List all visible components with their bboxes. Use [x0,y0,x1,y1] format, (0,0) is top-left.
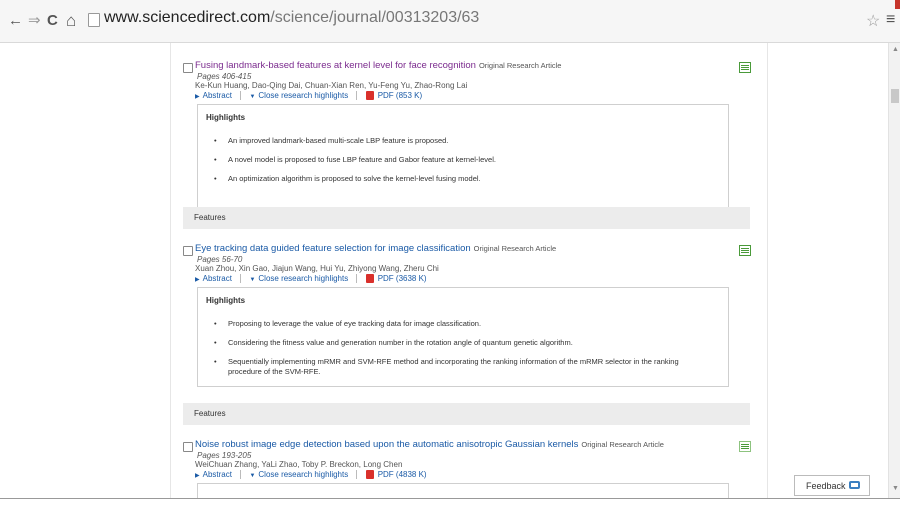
pdf-link[interactable]: PDF (853 K) [378,91,422,100]
feedback-label: Feedback [806,481,846,491]
article-checkbox[interactable] [183,63,193,73]
url-host: www.sciencedirect.com [104,9,271,26]
article-title-row: Eye tracking data guided feature selecti… [195,243,556,254]
divider [356,274,358,284]
close-highlights-link[interactable]: Close research highlights [258,274,348,283]
url-text: www.sciencedirect.com/science/journal/00… [104,9,479,27]
article-pages: Pages 56-70 [197,255,243,264]
document-icon[interactable] [739,441,751,452]
collapse-triangle-icon: ▼ [249,94,256,100]
pdf-icon [365,470,374,480]
feedback-button[interactable]: Feedback [794,475,870,496]
divider [240,470,242,480]
highlights-box: Highlights An improved landmark-based mu… [197,104,729,211]
expand-triangle-icon: ▶ [195,94,200,100]
back-arrow-icon[interactable]: ← [8,13,23,29]
article-title-row: Fusing landmark-based features at kernel… [195,60,561,71]
pdf-link[interactable]: PDF (4838 K) [378,470,427,479]
bookmark-star-icon[interactable]: ☆ [866,11,880,31]
scrollbar-thumb[interactable] [891,89,899,103]
highlight-item: An optimization algorithm is proposed to… [198,174,728,184]
forward-arrow-icon[interactable]: ⇒ [28,13,41,29]
scroll-down-arrow-icon[interactable]: ▼ [892,485,899,492]
article-checkbox[interactable] [183,246,193,256]
highlights-box: Highlights Proposing to leverage the val… [197,287,729,387]
article-type: Original Research Article [581,440,664,449]
highlight-item: An improved landmark-based multi-scale L… [198,136,728,146]
highlights-box [197,483,729,498]
highlights-title: Highlights [206,296,246,305]
divider [240,274,242,284]
divider [356,470,358,480]
home-icon[interactable]: ⌂ [66,12,76,29]
speech-bubble-icon [849,481,860,489]
url-path: /science/journal/00313203/63 [270,9,480,26]
close-highlights-link[interactable]: Close research highlights [258,91,348,100]
highlight-item: A novel model is proposed to fuse LBP fe… [198,155,728,165]
pdf-icon [365,91,374,101]
article-links: ▶ Abstract ▼ Close research highlights PDF… [195,470,427,480]
pdf-icon [365,274,374,284]
vertical-scrollbar[interactable]: ▲ ▼ [888,43,900,498]
article-title-link[interactable]: Fusing landmark-based features at kernel… [195,60,476,71]
page-icon [88,13,100,27]
document-icon[interactable] [739,62,751,73]
collapse-triangle-icon: ▼ [249,473,256,479]
highlights-title: Highlights [206,113,246,122]
article-authors: WeiChuan Zhang, YaLi Zhao, Toby P. Breck… [195,460,403,469]
abstract-link[interactable]: Abstract [203,470,232,479]
article-title-row: Noise robust image edge detection based … [195,439,664,450]
browser-toolbar: ← ⇒ C ⌂ www.sciencedirect.com/science/jo… [0,0,900,43]
article-pages: Pages 193-205 [197,451,252,460]
address-bar[interactable]: www.sciencedirect.com/science/journal/00… [88,8,880,32]
page-content: Fusing landmark-based features at kernel… [0,43,888,498]
article-checkbox[interactable] [183,442,193,452]
menu-icon[interactable]: ≡ [886,11,895,29]
divider [240,91,242,101]
section-header: Features [183,207,750,229]
article-links: ▶ Abstract ▼ Close research highlights PDF… [195,91,422,101]
article-authors: Ke-Kun Huang, Dao-Qing Dai, Chuan-Xian R… [195,81,468,90]
article-links: ▶ Abstract ▼ Close research highlights PDF… [195,274,427,284]
expand-triangle-icon: ▶ [195,473,200,479]
article-type: Original Research Article [473,244,557,253]
divider [356,91,358,101]
highlight-item: Proposing to leverage the value of eye t… [198,319,728,329]
article-authors: Xuan Zhou, Xin Gao, Jiajun Wang, Hui Yu,… [195,264,439,273]
highlight-item: Sequentially implementing mRMR and SVM-R… [198,357,728,377]
section-header: Features [183,403,750,425]
extension-badge [895,0,900,9]
reload-icon[interactable]: C [47,13,58,29]
close-highlights-link[interactable]: Close research highlights [258,470,348,479]
abstract-link[interactable]: Abstract [203,274,232,283]
scroll-up-arrow-icon[interactable]: ▲ [892,46,899,53]
highlight-item: Considering the fitness value and genera… [198,338,728,348]
document-icon[interactable] [739,245,751,256]
pdf-link[interactable]: PDF (3638 K) [378,274,427,283]
article-pages: Pages 406-415 [197,72,252,81]
collapse-triangle-icon: ▼ [249,277,256,283]
article-title-link[interactable]: Noise robust image edge detection based … [195,439,578,450]
abstract-link[interactable]: Abstract [203,91,232,100]
article-title-link[interactable]: Eye tracking data guided feature selecti… [195,243,471,254]
article-type: Original Research Article [478,61,562,70]
expand-triangle-icon: ▶ [195,277,200,283]
